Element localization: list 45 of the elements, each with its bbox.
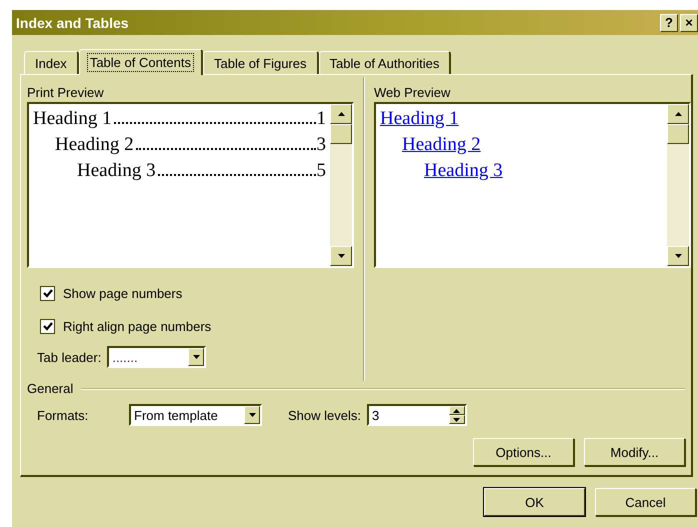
spin-up-icon bbox=[453, 408, 460, 412]
scroll-up-icon bbox=[674, 112, 682, 116]
scroll-thumb[interactable] bbox=[667, 124, 689, 144]
scroll-down-icon bbox=[338, 254, 344, 258]
show-levels-spinner[interactable]: 3 bbox=[366, 404, 467, 426]
tab[interactable]: Index bbox=[24, 51, 79, 74]
web-preview-label: Web Preview bbox=[374, 85, 452, 100]
panel-button[interactable]: Modify... bbox=[584, 438, 685, 466]
help-button[interactable]: ? bbox=[660, 14, 678, 32]
page-number: 1 bbox=[316, 107, 326, 131]
scroll-up-icon bbox=[338, 112, 344, 116]
scrollbar[interactable] bbox=[330, 104, 352, 266]
tab[interactable]: Table of Figures bbox=[203, 51, 318, 74]
dialog-button[interactable]: OK bbox=[484, 488, 585, 516]
formats-dropdown[interactable]: From template bbox=[129, 404, 262, 426]
tab[interactable]: Table of Authorities bbox=[318, 51, 452, 74]
window-title: Index and Tables bbox=[16, 14, 130, 30]
heading-entry: Heading 3 bbox=[77, 159, 156, 183]
dropdown-arrow-icon bbox=[248, 413, 256, 417]
tab-leader-dropdown[interactable]: ....... bbox=[107, 346, 206, 368]
heading-link[interactable]: Heading 2 bbox=[402, 132, 481, 158]
formats-label: Formats: bbox=[37, 408, 90, 422]
dialog-button[interactable]: Cancel bbox=[595, 488, 696, 516]
heading-link[interactable]: Heading 1 bbox=[380, 106, 459, 132]
checkbox-label: Right align page numbers bbox=[63, 319, 212, 334]
close-button[interactable]: × bbox=[680, 14, 698, 32]
print-preview-label: Print Preview bbox=[27, 85, 105, 100]
show-levels-label: Show levels: bbox=[288, 408, 361, 422]
heading-link[interactable]: Heading 3 bbox=[424, 158, 503, 184]
checkbox-label: Show page numbers bbox=[63, 286, 182, 301]
panel-button[interactable]: Options... bbox=[473, 438, 574, 466]
heading-entry: Heading 1 bbox=[33, 107, 112, 131]
tab-leader-label: Tab leader: bbox=[37, 350, 102, 364]
tab[interactable]: Table of Contents bbox=[78, 49, 203, 75]
page-number: 5 bbox=[316, 159, 326, 183]
checkbox[interactable] bbox=[40, 286, 55, 301]
general-label: General bbox=[27, 381, 74, 396]
scrollbar[interactable] bbox=[667, 104, 689, 266]
spin-down-icon bbox=[453, 418, 460, 422]
scroll-thumb[interactable] bbox=[330, 124, 352, 144]
scroll-down-icon bbox=[674, 254, 682, 258]
dropdown-arrow-icon bbox=[192, 355, 200, 359]
heading-entry: Heading 2 bbox=[55, 133, 134, 157]
page-number: 3 bbox=[316, 133, 326, 157]
checkbox[interactable] bbox=[40, 319, 55, 334]
